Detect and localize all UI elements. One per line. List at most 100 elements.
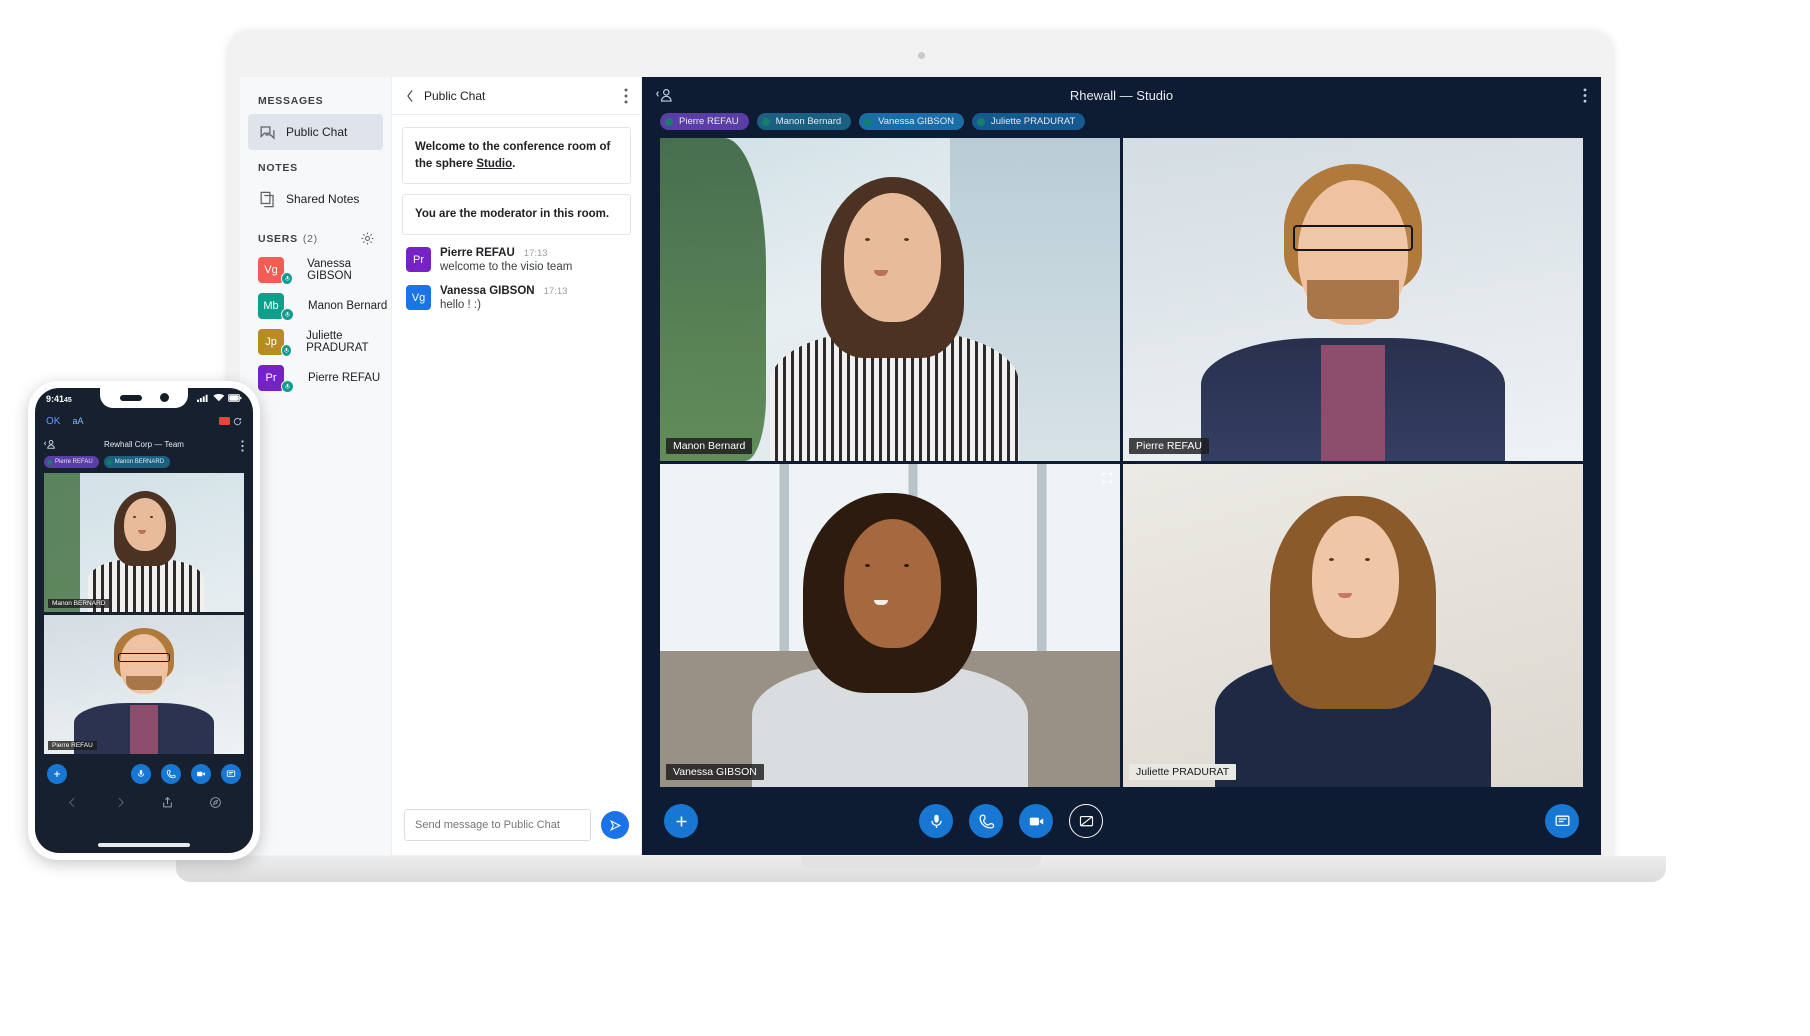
status-time: 9:4145: [46, 394, 72, 404]
participant-chip[interactable]: Pierre REFAU: [660, 113, 749, 130]
sidebar-item-shared-notes[interactable]: Shared Notes: [248, 181, 383, 217]
sidebar-item-label: Public Chat: [286, 125, 348, 139]
laptop-screen: MESSAGES Public Chat NOTES Shared Notes …: [240, 77, 1601, 855]
hangup-button[interactable]: [969, 804, 1003, 838]
battery-icon: [227, 394, 242, 404]
participant-chip[interactable]: Juliette PRADURAT: [972, 113, 1086, 130]
video-tile-active[interactable]: Vanessa GIBSON: [660, 464, 1120, 787]
mic-active-dot-icon: [977, 117, 985, 126]
presentation-button[interactable]: [221, 764, 241, 784]
video-tile[interactable]: Pierre REFAU: [1123, 138, 1583, 461]
kebab-menu-icon[interactable]: [624, 88, 628, 104]
room-title: Rhewall — Studio: [1069, 87, 1174, 103]
expand-icon[interactable]: [1101, 471, 1113, 484]
chip-label: Juliette PRADURAT: [991, 116, 1076, 127]
list-item[interactable]: Pr Pierre REFAU: [240, 360, 391, 396]
user-list: Vg Vanessa GIBSON Mb Manon Bernard Jp Ju…: [240, 252, 391, 396]
video-tile[interactable]: Manon Bernard: [660, 138, 1120, 461]
participant-chip-list: Pierre REFAU Manon Bernard Vanessa GIBSO…: [642, 113, 1601, 138]
mic-active-dot-icon: [665, 117, 673, 126]
list-item[interactable]: Jp Juliette PRADURAT: [240, 324, 391, 360]
message-author: Pierre REFAU: [440, 247, 515, 260]
avatar: Vg: [406, 285, 431, 311]
back-chevron-icon[interactable]: [405, 89, 415, 103]
participant-video: [1123, 138, 1583, 461]
participant-chip[interactable]: Pierre REFAU: [44, 456, 99, 468]
notice-text: You are the moderator in this room.: [415, 208, 610, 221]
compass-icon[interactable]: [209, 796, 222, 814]
users-label: USERS: [258, 232, 298, 245]
forward-icon[interactable]: [114, 796, 127, 814]
list-item[interactable]: Vg Vanessa GIBSON: [240, 252, 391, 288]
video-tile[interactable]: Juliette PRADURAT: [1123, 464, 1583, 787]
users-section-header: USERS (2): [240, 217, 391, 252]
notice-tail: .: [512, 157, 516, 170]
screen-share-button[interactable]: [1069, 804, 1103, 838]
done-button[interactable]: OK: [46, 416, 60, 427]
message-text: hello ! :): [440, 299, 481, 312]
chat-header: Public Chat: [392, 77, 641, 115]
presentation-button[interactable]: [1545, 804, 1579, 838]
send-button[interactable]: [601, 811, 629, 839]
video-grid: Manon Bernard Pierre REFAU Vanessa GIBSO…: [660, 138, 1583, 787]
participant-chip[interactable]: Vanessa GIBSON: [859, 113, 964, 130]
room-title: Rewhall Corp — Team: [104, 439, 184, 449]
chat-composer: [392, 799, 641, 855]
participant-chip[interactable]: Manon Bernard: [756, 113, 852, 130]
participant-video: [44, 473, 244, 612]
message-input[interactable]: [404, 809, 591, 841]
user-name: Vanessa GIBSON: [307, 258, 352, 282]
participants-icon[interactable]: [656, 86, 675, 105]
kebab-menu-icon[interactable]: [1583, 87, 1587, 103]
notice-link[interactable]: Studio: [476, 158, 512, 170]
chat-message: Pr Pierre REFAU 17:13 welcome to the vis…: [406, 247, 631, 273]
user-name: Juliette PRADURAT: [306, 330, 369, 354]
text-size-button[interactable]: aA: [72, 416, 83, 426]
sidebar: MESSAGES Public Chat NOTES Shared Notes …: [240, 77, 392, 855]
list-item[interactable]: Mb Manon Bernard: [240, 288, 391, 324]
mic-active-dot-icon: [761, 117, 770, 126]
chip-label: Vanessa GIBSON: [878, 116, 954, 127]
video-tile[interactable]: Manon BERNARD: [44, 473, 244, 612]
participant-video: [660, 138, 1120, 461]
users-count: (2): [302, 232, 318, 245]
camera-button[interactable]: [191, 764, 211, 784]
message-time: 17:13: [543, 286, 568, 298]
add-button[interactable]: [47, 764, 67, 784]
mic-active-dot-icon: [47, 459, 52, 465]
add-button[interactable]: [664, 804, 698, 838]
chat-bubbles-icon: [258, 123, 277, 142]
share-icon[interactable]: [161, 796, 174, 814]
mic-status-icon: [281, 343, 293, 357]
video-tile[interactable]: Pierre REFAU: [44, 615, 244, 754]
camera-button[interactable]: [1019, 804, 1053, 838]
participant-video: [44, 615, 244, 754]
user-name: Pierre REFAU: [308, 372, 381, 384]
chip-label: Manon Bernard: [775, 116, 842, 127]
participant-chip[interactable]: Manon BERNARD: [103, 456, 171, 468]
microphone-button[interactable]: [131, 764, 151, 784]
tile-name-label: Vanessa GIBSON: [666, 764, 764, 780]
chat-message: Vg Vanessa GIBSON 17:13 hello ! :): [406, 285, 631, 311]
signal-icon: [197, 394, 210, 404]
chip-label: Pierre REFAU: [55, 459, 93, 465]
record-icon: [219, 417, 230, 425]
refresh-icon[interactable]: [233, 417, 242, 426]
documents-icon: [258, 190, 277, 209]
hangup-button[interactable]: [161, 764, 181, 784]
gear-icon[interactable]: [360, 231, 375, 246]
screenshot-stage: MESSAGES Public Chat NOTES Shared Notes …: [0, 0, 1810, 1036]
video-conference-pane: Rhewall — Studio Pierre REFAU Manon Bern…: [642, 77, 1601, 855]
message-author: Vanessa GIBSON: [440, 285, 535, 298]
tile-name-label: Manon BERNARD: [48, 599, 110, 608]
sidebar-header-messages: MESSAGES: [258, 95, 324, 107]
tile-name-label: Pierre REFAU: [48, 741, 97, 750]
phone-device: 9:4145 OK aA Rewhall Corp — Team Pierre …: [28, 381, 260, 860]
back-icon[interactable]: [66, 796, 79, 814]
primary-controls: [131, 764, 241, 784]
mic-active-dot-icon: [864, 117, 873, 126]
mic-active-dot-icon: [106, 459, 112, 465]
microphone-button[interactable]: [919, 804, 953, 838]
phone-screen: 9:4145 OK aA Rewhall Corp — Team Pierre …: [35, 388, 253, 853]
sidebar-item-public-chat[interactable]: Public Chat: [248, 114, 383, 150]
